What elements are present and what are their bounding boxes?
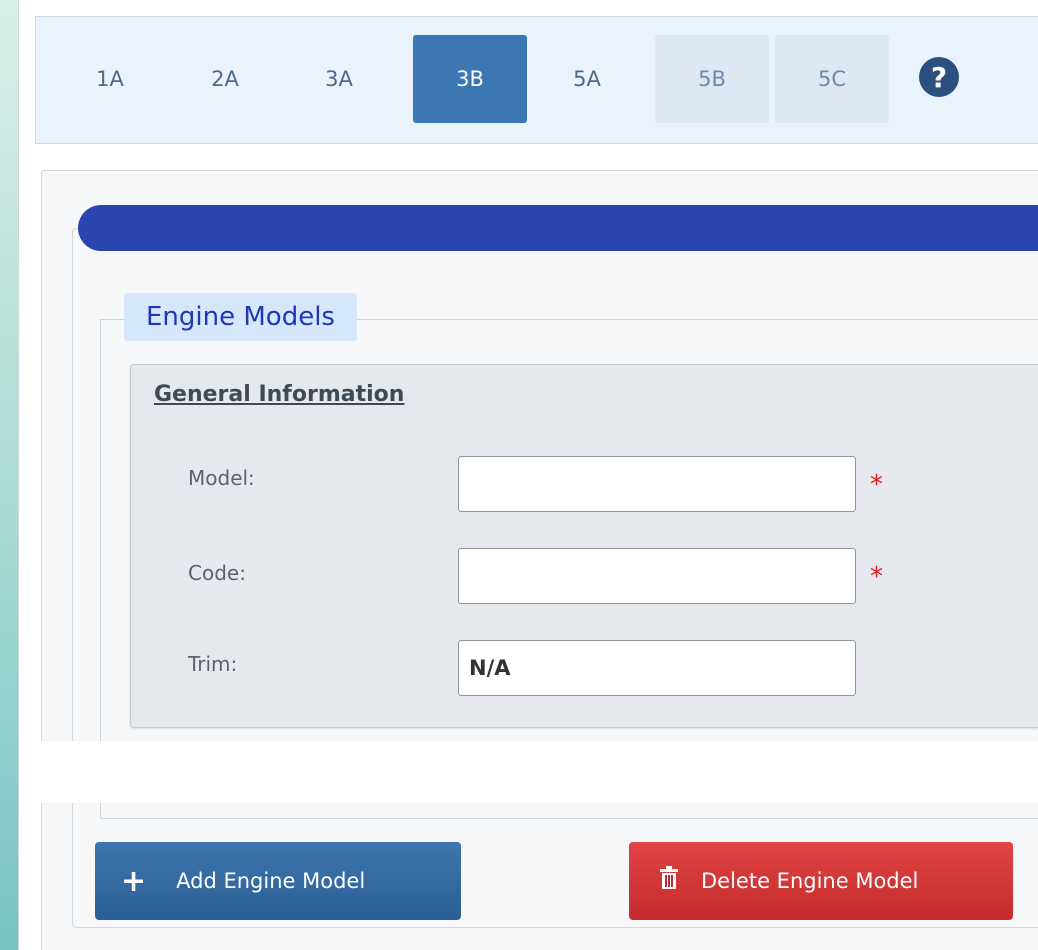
delete-engine-model-label: Delete Engine Model	[701, 869, 919, 893]
trim-label: Trim:	[188, 652, 238, 676]
add-engine-model-label: Add Engine Model	[176, 869, 366, 893]
trim-input[interactable]: N/A	[458, 640, 856, 696]
tab-1a[interactable]: 1A	[81, 35, 139, 123]
plus-icon: +	[121, 863, 147, 899]
model-input[interactable]	[458, 456, 856, 512]
trash-icon	[659, 866, 679, 896]
delete-engine-model-button[interactable]: Delete Engine Model	[629, 842, 1013, 920]
trash-icon-svg	[660, 866, 678, 889]
add-engine-model-button[interactable]: + Add Engine Model	[95, 842, 461, 920]
tab-3a[interactable]: 3A	[310, 35, 368, 123]
general-information-title: General Information	[154, 382, 405, 407]
tab-2a[interactable]: 2A	[196, 35, 254, 123]
model-required-marker: *	[870, 470, 883, 500]
tab-5c[interactable]: 5C	[775, 35, 889, 123]
model-label: Model:	[188, 466, 255, 490]
question-circle-icon[interactable]: ?	[919, 57, 959, 97]
tab-5b[interactable]: 5B	[655, 35, 769, 123]
blank-strip	[40, 741, 1038, 803]
engine-models-legend: Engine Models	[124, 293, 357, 341]
tab-5a[interactable]: 5A	[558, 35, 616, 123]
code-required-marker: *	[870, 562, 883, 592]
progress-bar	[78, 205, 1038, 251]
step-tab-bar: 1A 2A 3A 3B 5A 5B 5C ?	[35, 16, 1038, 144]
code-input[interactable]	[458, 548, 856, 604]
tab-3b[interactable]: 3B	[413, 35, 527, 123]
code-label: Code:	[188, 561, 246, 585]
